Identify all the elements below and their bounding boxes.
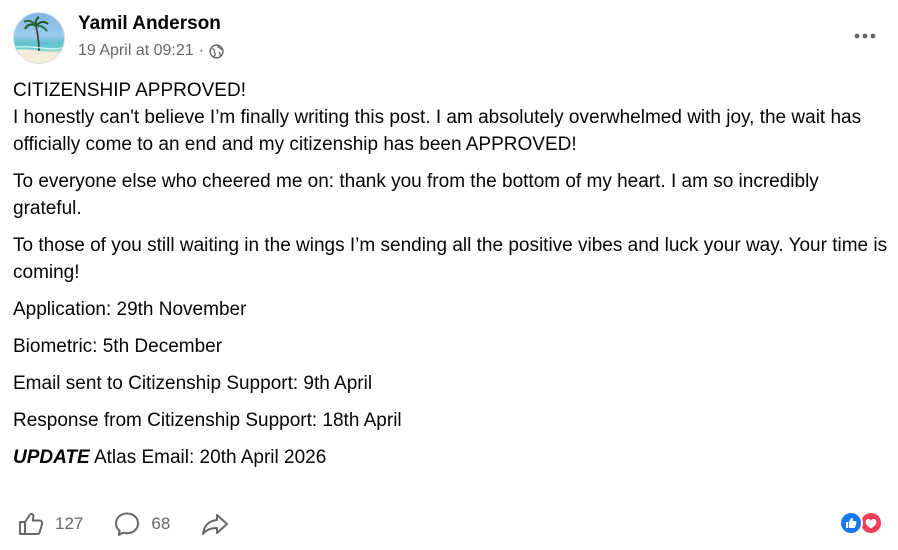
post-paragraph: To everyone else who cheered me on: than… [13, 171, 819, 219]
post-text: I honestly can't believe I’m finally wri… [13, 107, 862, 155]
post-paragraph: To those of you still waiting in the win… [13, 235, 888, 283]
globe-icon [209, 43, 224, 59]
post-actions: 127 68 [17, 508, 260, 540]
update-label: UPDATE [13, 447, 90, 468]
meta-separator: · [198, 42, 204, 59]
love-reaction-icon [859, 511, 883, 535]
palm-beach-picture [14, 16, 64, 63]
post-paragraph: CITIZENSHIP APPROVED! I honestly can't b… [13, 77, 889, 158]
comment-icon [115, 512, 140, 536]
share-button[interactable] [200, 510, 230, 538]
update-text: Atlas Email: 20th April 2026 [89, 447, 327, 468]
post-timestamp[interactable]: 19 April at 09:21 [78, 42, 194, 60]
like-count: 127 [55, 514, 84, 533]
more-options-icon [854, 33, 876, 39]
application-date: Application: 29th November [13, 299, 247, 320]
like-reaction-icon [839, 511, 863, 535]
comment-button[interactable]: 68 [113, 510, 170, 538]
post-meta: 19 April at 09:21 · [78, 42, 224, 60]
like-icon [19, 513, 44, 535]
email-sent-date: Email sent to Citizenship Support: 9th A… [13, 373, 373, 394]
like-button[interactable]: 127 [17, 510, 83, 538]
author-name[interactable]: Yamil Anderson [78, 13, 221, 35]
reactions-summary[interactable] [837, 510, 885, 536]
update-line: UPDATE Atlas Email: 20th April 2026 [13, 444, 889, 471]
post-card: Yamil Anderson 19 April at 09:21 · CITIZ… [0, 0, 898, 550]
post-headline: CITIZENSHIP APPROVED! [13, 80, 246, 101]
response-date: Response from Citizenship Support: 18th … [13, 410, 402, 431]
avatar[interactable] [13, 12, 65, 64]
comment-count: 68 [151, 514, 171, 533]
share-icon [202, 514, 229, 535]
biometric-date: Biometric: 5th December [13, 336, 223, 357]
post-body: CITIZENSHIP APPROVED! I honestly can't b… [13, 77, 889, 481]
more-options-button[interactable] [846, 22, 884, 50]
